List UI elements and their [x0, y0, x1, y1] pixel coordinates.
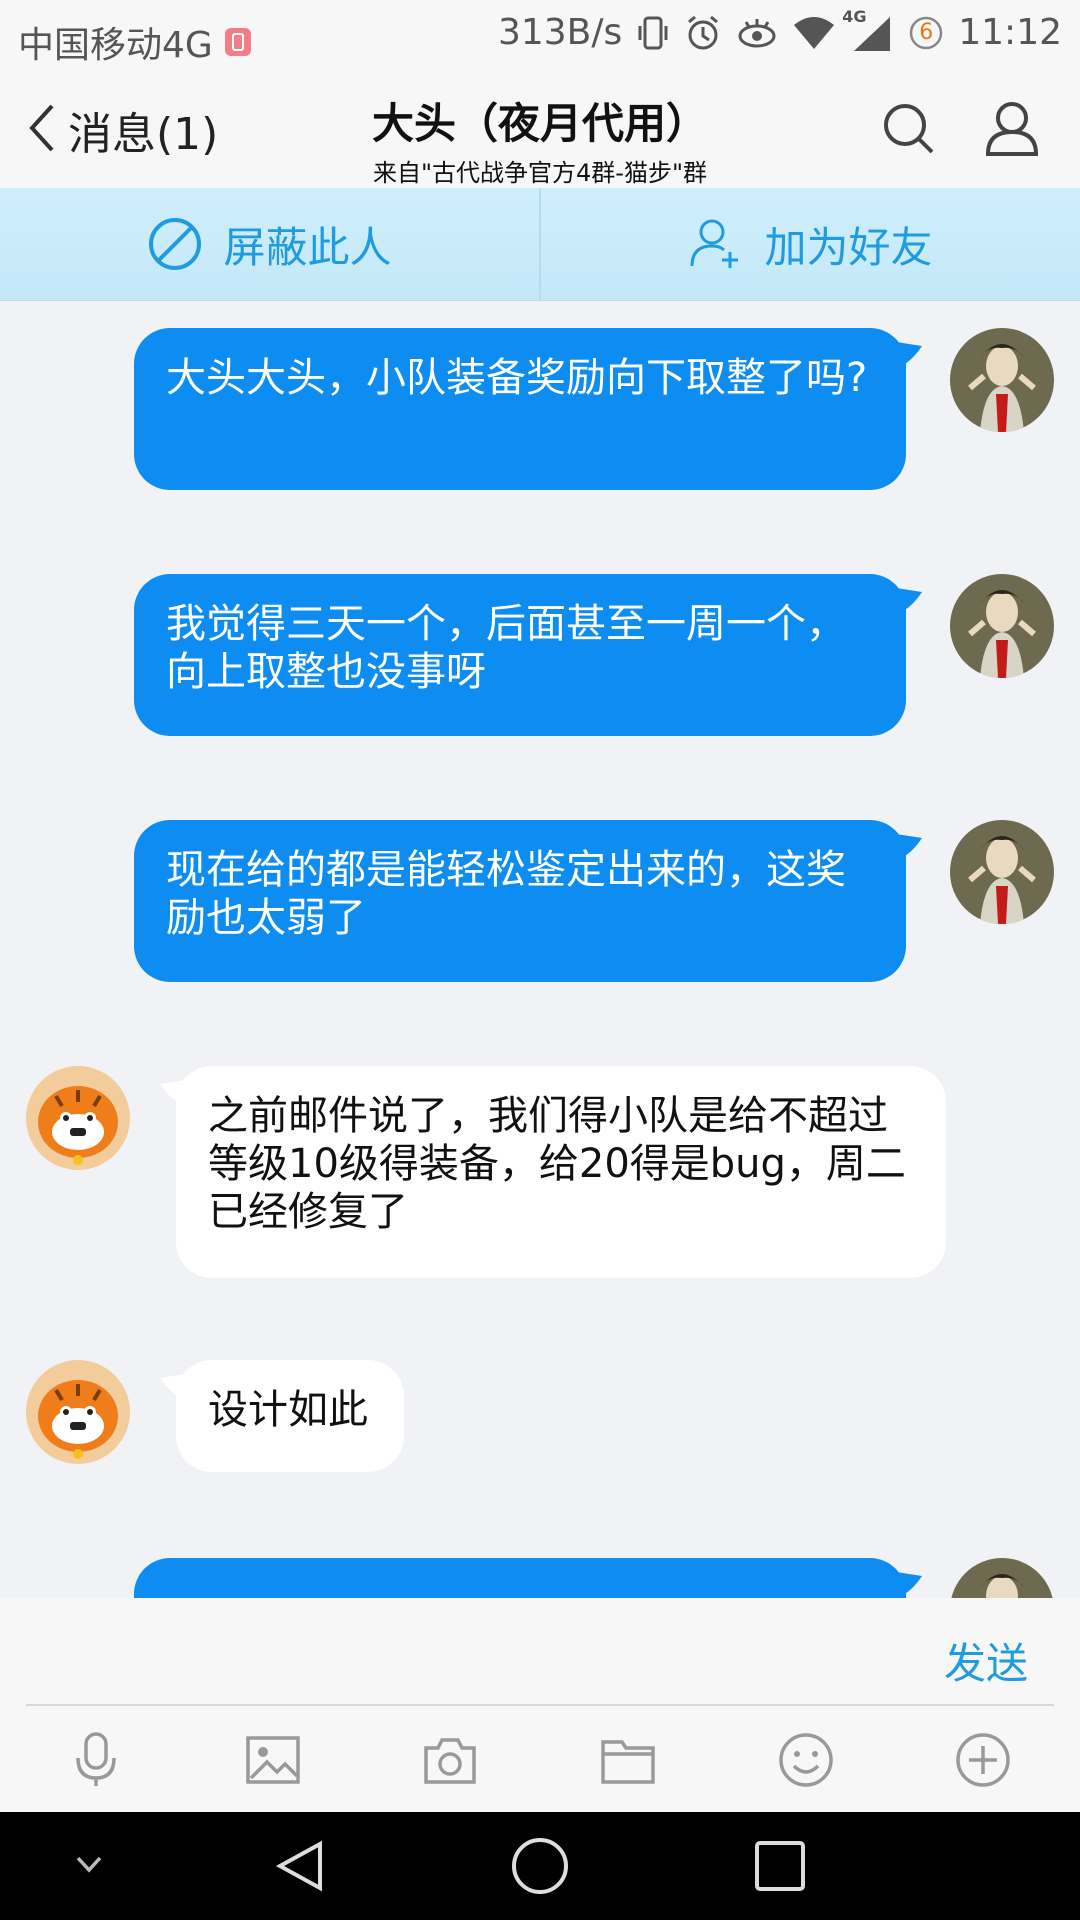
message-bubble[interactable]: 设计如此 — [176, 1360, 404, 1472]
avatar-contact[interactable] — [26, 1066, 130, 1170]
eye-icon — [736, 14, 778, 52]
more-button[interactable] — [953, 1730, 1013, 1790]
message-text: 之前邮件说了，我们得小队是给不超过等级10级得装备，给20得是bug，周二已经修… — [208, 1093, 906, 1235]
app-notification-icon — [223, 24, 253, 60]
chevron-down-icon — [76, 1856, 102, 1873]
input-toolbar — [0, 1706, 1080, 1812]
back-label: 消息(1) — [68, 109, 219, 160]
image-icon — [246, 1736, 300, 1784]
avatar-self[interactable] — [950, 820, 1054, 924]
clock: 11:12 — [958, 12, 1062, 53]
network-type-label: 4G — [842, 6, 867, 26]
message-text: 我觉得三天一个，后面甚至一周一个，向上取整也没事呀 — [166, 601, 846, 695]
bubble-tail — [896, 834, 922, 860]
smiley-icon — [779, 1733, 833, 1787]
folder-icon — [601, 1740, 655, 1784]
message-row: 之前邮件说了，我们得小队是给不超过等级10级得装备，给20得是bug，周二已经修… — [0, 1066, 1080, 1280]
message-bubble[interactable]: 之前邮件说了，我们得小队是给不超过等级10级得装备，给20得是bug，周二已经修… — [176, 1066, 946, 1278]
message-text: 设计如此 — [208, 1387, 368, 1433]
message-bubble[interactable]: 大头大头，小队装备奖励向下取整了吗? — [134, 328, 906, 490]
message-row: 现在给的都是能轻松鉴定出来的，这奖励也太弱了 — [0, 820, 1080, 984]
chat-header: 消息(1) 大头（夜月代用） 来自"古代战争官方4群-猫步"群 — [0, 76, 1080, 188]
status-bar: 中国移动4G 313B/s 4G 6 11:12 — [0, 0, 1080, 76]
system-navigation-bar — [0, 1812, 1080, 1920]
add-friend-button[interactable]: 加为好友 — [541, 188, 1080, 300]
avatar-self[interactable] — [950, 574, 1054, 678]
message-text: 现在给的都是能轻松鉴定出来的，这奖励也太弱了 — [166, 847, 846, 941]
square-recents-icon — [755, 1841, 805, 1891]
stranger-action-bar: 屏蔽此人 加为好友 — [0, 188, 1080, 301]
file-button[interactable] — [598, 1730, 658, 1790]
message-bubble[interactable]: 我觉得三天一个，后面甚至一周一个，向上取整也没事呀 — [134, 574, 906, 736]
message-input[interactable] — [26, 1608, 906, 1696]
message-row-partial — [0, 1558, 1080, 1598]
message-bubble-partial[interactable] — [134, 1558, 906, 1598]
title-block: 大头（夜月代用） 来自"古代战争官方4群-猫步"群 — [300, 90, 780, 188]
add-friend-label: 加为好友 — [764, 222, 933, 272]
bubble-tail — [896, 588, 922, 614]
circle-home-icon — [512, 1838, 568, 1894]
microphone-icon — [76, 1732, 116, 1786]
camera-icon — [424, 1738, 476, 1784]
hide-keyboard-button[interactable] — [72, 1850, 106, 1884]
nav-home-button[interactable] — [510, 1836, 570, 1900]
nav-back-button[interactable] — [272, 1838, 328, 1898]
photo-button[interactable] — [243, 1730, 303, 1790]
search-button[interactable] — [880, 100, 938, 162]
nav-recents-button[interactable] — [752, 1838, 808, 1898]
bubble-tail — [896, 342, 922, 368]
camera-button[interactable] — [420, 1730, 480, 1790]
message-list[interactable]: 大头大头，小队装备奖励向下取整了吗? 我觉得三天一个，后面甚至一周一个，向上取整… — [0, 300, 1080, 1598]
back-button[interactable]: 消息(1) — [24, 98, 218, 162]
message-row: 设计如此 — [0, 1360, 1080, 1474]
wifi-icon — [792, 15, 836, 51]
send-button[interactable]: 发送 — [944, 1630, 1028, 1691]
message-bubble[interactable]: 现在给的都是能轻松鉴定出来的，这奖励也太弱了 — [134, 820, 906, 982]
back-arrow-icon — [24, 100, 58, 160]
avatar-contact[interactable] — [26, 1360, 130, 1464]
plus-circle-icon — [956, 1733, 1010, 1787]
search-icon — [884, 104, 934, 154]
profile-button[interactable] — [982, 98, 1042, 162]
triangle-back-icon — [275, 1840, 322, 1892]
chat-title: 大头（夜月代用） — [371, 99, 708, 148]
voice-button[interactable] — [66, 1730, 126, 1790]
message-text: 大头大头，小队装备奖励向下取整了吗? — [166, 355, 868, 401]
person-icon — [985, 102, 1039, 156]
message-input-bar: 发送 — [0, 1598, 1080, 1706]
message-row: 大头大头，小队装备奖励向下取整了吗? — [0, 328, 1080, 492]
message-row: 我觉得三天一个，后面甚至一周一个，向上取整也没事呀 — [0, 574, 1080, 738]
network-speed: 313B/s — [497, 12, 623, 53]
block-icon — [149, 218, 202, 270]
carrier-label: 中国移动4G — [18, 25, 213, 66]
alarm-icon — [684, 14, 722, 52]
notification-count-badge: 6 — [908, 15, 944, 51]
block-user-button[interactable]: 屏蔽此人 — [0, 188, 539, 300]
cellular-signal-icon: 4G — [842, 7, 894, 53]
chat-subtitle: 来自"古代战争官方4群-猫步"群 — [372, 159, 707, 187]
bubble-tail — [896, 1572, 922, 1598]
emoji-button[interactable] — [776, 1730, 836, 1790]
avatar-self[interactable] — [950, 1558, 1054, 1598]
add-friend-icon — [690, 219, 739, 268]
block-user-label: 屏蔽此人 — [223, 222, 392, 272]
vibrate-icon — [636, 14, 670, 52]
avatar-self[interactable] — [950, 328, 1054, 432]
